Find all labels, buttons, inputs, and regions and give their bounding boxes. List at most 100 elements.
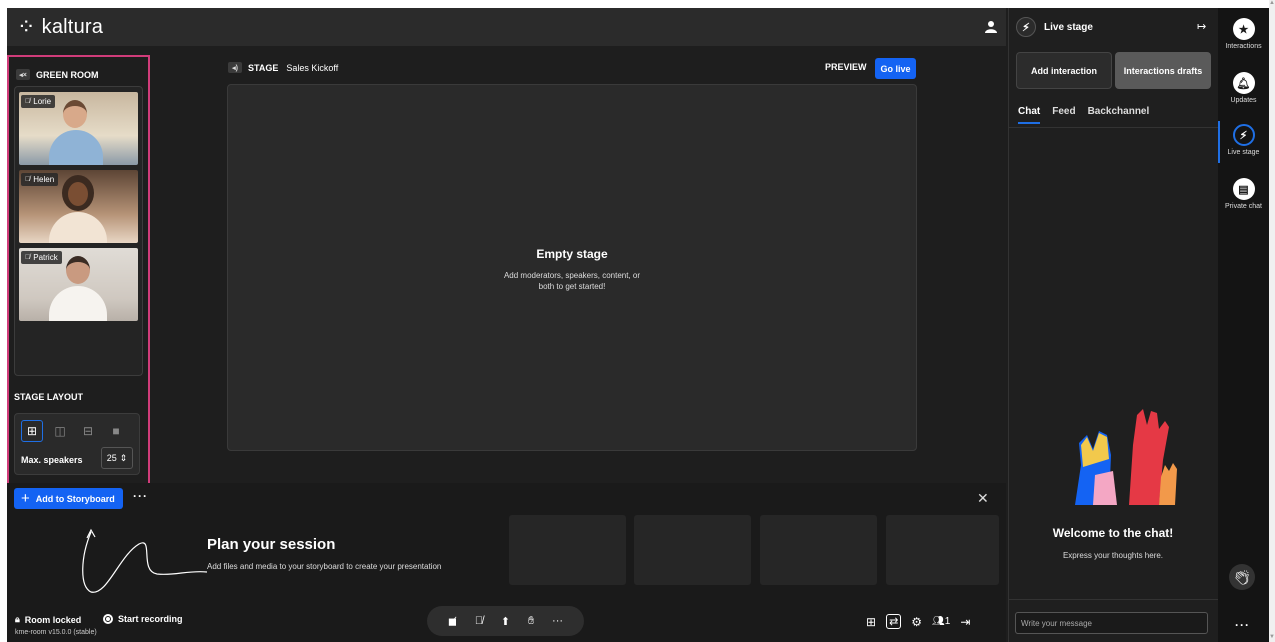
storyboard-placeholder-card bbox=[509, 515, 626, 585]
layout-grid-option[interactable]: ⊞ bbox=[21, 420, 43, 442]
storyboard-more-icon[interactable]: ··· bbox=[133, 489, 148, 503]
layout-top-option[interactable]: ⊟ bbox=[77, 420, 99, 442]
leave-room-icon[interactable]: ⇥ bbox=[960, 615, 970, 629]
tab-backchannel[interactable]: Backchannel bbox=[1088, 106, 1150, 124]
mic-off-icon[interactable]: 🎙̸ bbox=[475, 615, 483, 627]
sidebar-item-label: Interactions bbox=[1225, 43, 1262, 50]
add-to-storyboard-label: Add to Storyboard bbox=[35, 493, 115, 504]
stage-label: STAGE bbox=[248, 62, 279, 73]
bolt-icon: ⚡︎ bbox=[1232, 124, 1255, 146]
welcome-title: Welcome to the chat! bbox=[1052, 526, 1174, 540]
sidebar-item-label: Live stage bbox=[1227, 149, 1260, 156]
live-stage-header: ⚡︎ Live stage bbox=[1008, 8, 1218, 46]
collapse-panel-icon[interactable]: ↦ bbox=[1197, 20, 1206, 33]
avatar-body bbox=[49, 286, 107, 321]
mic-off-icon: 🎙̸ bbox=[25, 176, 31, 183]
more-options-icon[interactable]: ··· bbox=[552, 615, 563, 627]
sidebar-item-label: Private chat bbox=[1225, 203, 1262, 210]
mic-off-icon: 🎙̸ bbox=[25, 254, 31, 261]
layout-full-option[interactable]: ■ bbox=[105, 420, 127, 442]
kaltura-logo: ⁘ kaltura bbox=[17, 16, 103, 39]
user-icon[interactable] bbox=[984, 20, 998, 34]
go-live-button[interactable]: Go live bbox=[875, 58, 916, 79]
sidebar-more-icon[interactable]: ··· bbox=[1235, 618, 1250, 632]
interactions-drafts-button[interactable]: Interactions drafts bbox=[1115, 52, 1211, 89]
share-screen-icon[interactable]: ⬆ bbox=[501, 615, 510, 628]
empty-stage-subtitle: Add moderators, speakers, content, or bo… bbox=[503, 271, 641, 291]
avatar-face bbox=[68, 182, 88, 206]
grid-view-icon[interactable]: ⊞ bbox=[866, 615, 876, 629]
speaker-muted-icon[interactable]: ◂× bbox=[16, 69, 30, 80]
storyboard-placeholder-card bbox=[634, 515, 751, 585]
preview-label: PREVIEW bbox=[825, 62, 867, 72]
live-stage-title: Live stage bbox=[1044, 21, 1093, 33]
speaker-icon[interactable]: ◂) bbox=[228, 62, 242, 73]
chat-message-input[interactable]: Write your message bbox=[1015, 612, 1208, 634]
plan-session-title: Plan your session bbox=[207, 536, 336, 553]
tabs-divider bbox=[1008, 127, 1218, 128]
layout-split-option[interactable]: ◫ bbox=[49, 420, 71, 442]
session-name: Sales Kickoff bbox=[286, 62, 339, 73]
chat-input-divider bbox=[1008, 599, 1218, 600]
raised-hands-illustration bbox=[1075, 409, 1177, 505]
camera-off-icon[interactable]: ◼̸ bbox=[448, 615, 457, 628]
mic-off-icon: 🎙̸ bbox=[25, 98, 31, 105]
scroll-down-icon[interactable]: ▼ bbox=[1269, 634, 1275, 640]
live-stage-panel bbox=[1008, 8, 1218, 642]
participant-count: 1 bbox=[944, 616, 951, 627]
page-scrollbar[interactable] bbox=[1269, 0, 1275, 642]
kaltura-logo-icon: ⁘ bbox=[17, 14, 36, 39]
record-icon bbox=[103, 614, 113, 624]
star-icon: ★ bbox=[1232, 18, 1255, 40]
participant-name-tag: 🎙̸ Patrick bbox=[21, 251, 62, 264]
participant-tile[interactable]: 🎙̸ Helen bbox=[19, 170, 138, 243]
participant-tile[interactable]: 🎙̸ Patrick bbox=[19, 248, 138, 321]
max-speakers-value: 25 bbox=[106, 453, 117, 463]
tab-feed[interactable]: Feed bbox=[1052, 106, 1075, 124]
plus-icon: + bbox=[21, 490, 30, 507]
sidebar-item-label: Updates bbox=[1230, 97, 1257, 104]
sidebar-item-private-chat[interactable]: ▤ Private chat bbox=[1218, 178, 1269, 210]
participant-name-tag: 🎙̸ Lorie bbox=[21, 95, 56, 108]
plan-session-subtitle: Add files and media to your storyboard t… bbox=[207, 562, 442, 571]
green-room-header: ◂× GREEN ROOM bbox=[16, 69, 99, 80]
chat-tabs: Chat Feed Backchannel bbox=[1018, 106, 1149, 124]
storyboard-placeholder-card bbox=[886, 515, 999, 585]
avatar bbox=[66, 256, 90, 284]
tab-chat[interactable]: Chat bbox=[1018, 106, 1041, 124]
sidebar-item-interactions[interactable]: ★ Interactions bbox=[1218, 18, 1269, 50]
avatar bbox=[63, 100, 87, 128]
add-to-storyboard-button[interactable]: + Add to Storyboard bbox=[14, 488, 123, 509]
sidebar-item-live-stage[interactable]: ⚡︎ Live stage bbox=[1218, 124, 1269, 156]
empty-stage-title: Empty stage bbox=[536, 247, 608, 261]
storyboard-close-icon[interactable]: ✕ bbox=[977, 490, 989, 507]
avatar-body bbox=[49, 212, 107, 243]
storyboard-placeholder-card bbox=[760, 515, 877, 585]
stage-layout-title: STAGE LAYOUT bbox=[14, 392, 84, 402]
clap-reaction-icon[interactable]: 👏︎ bbox=[1229, 564, 1255, 590]
stage-layout-box: ⊞ ◫ ⊟ ■ Max. speakers 25 ⇕ bbox=[14, 413, 140, 475]
lock-icon: 🔒︎ bbox=[15, 614, 20, 624]
welcome-subtitle: Express your thoughts here. bbox=[1062, 551, 1164, 560]
scroll-up-icon[interactable]: ▲ bbox=[1269, 0, 1275, 6]
participant-tile[interactable]: 🎙̸ Lorie bbox=[19, 92, 138, 165]
add-interaction-button[interactable]: Add interaction bbox=[1016, 52, 1112, 89]
room-locked-toggle[interactable]: 🔒︎ Room locked bbox=[15, 614, 81, 625]
max-speakers-label: Max. speakers bbox=[21, 455, 83, 465]
settings-gear-icon[interactable]: ⚙ bbox=[911, 615, 922, 629]
layout-toggle-icon[interactable]: ⇄ bbox=[886, 614, 902, 629]
participant-name-tag: 🎙̸ Helen bbox=[21, 173, 59, 186]
max-speakers-stepper[interactable]: 25 ⇕ bbox=[101, 447, 133, 469]
stage-area[interactable]: Empty stage Add moderators, speakers, co… bbox=[227, 84, 917, 451]
chat-bubble-icon: ▤ bbox=[1232, 178, 1255, 200]
bell-icon: 🔔︎ bbox=[1232, 72, 1255, 94]
view-controls: ⊞ ⇄ ⚙ 👥︎1 ⇥ bbox=[866, 614, 970, 629]
sidebar-item-updates[interactable]: 🔔︎ Updates bbox=[1218, 72, 1269, 104]
stepper-arrows-icon[interactable]: ⇕ bbox=[120, 453, 128, 464]
participants-icon[interactable]: 👥︎1 bbox=[932, 616, 950, 627]
top-bar: ⁘ kaltura bbox=[7, 8, 1006, 46]
start-recording-button[interactable]: Start recording bbox=[103, 614, 183, 624]
avatar-body bbox=[49, 130, 103, 165]
room-locked-label: Room locked bbox=[24, 614, 82, 625]
raise-hand-icon[interactable]: ✋︎ bbox=[528, 615, 534, 628]
